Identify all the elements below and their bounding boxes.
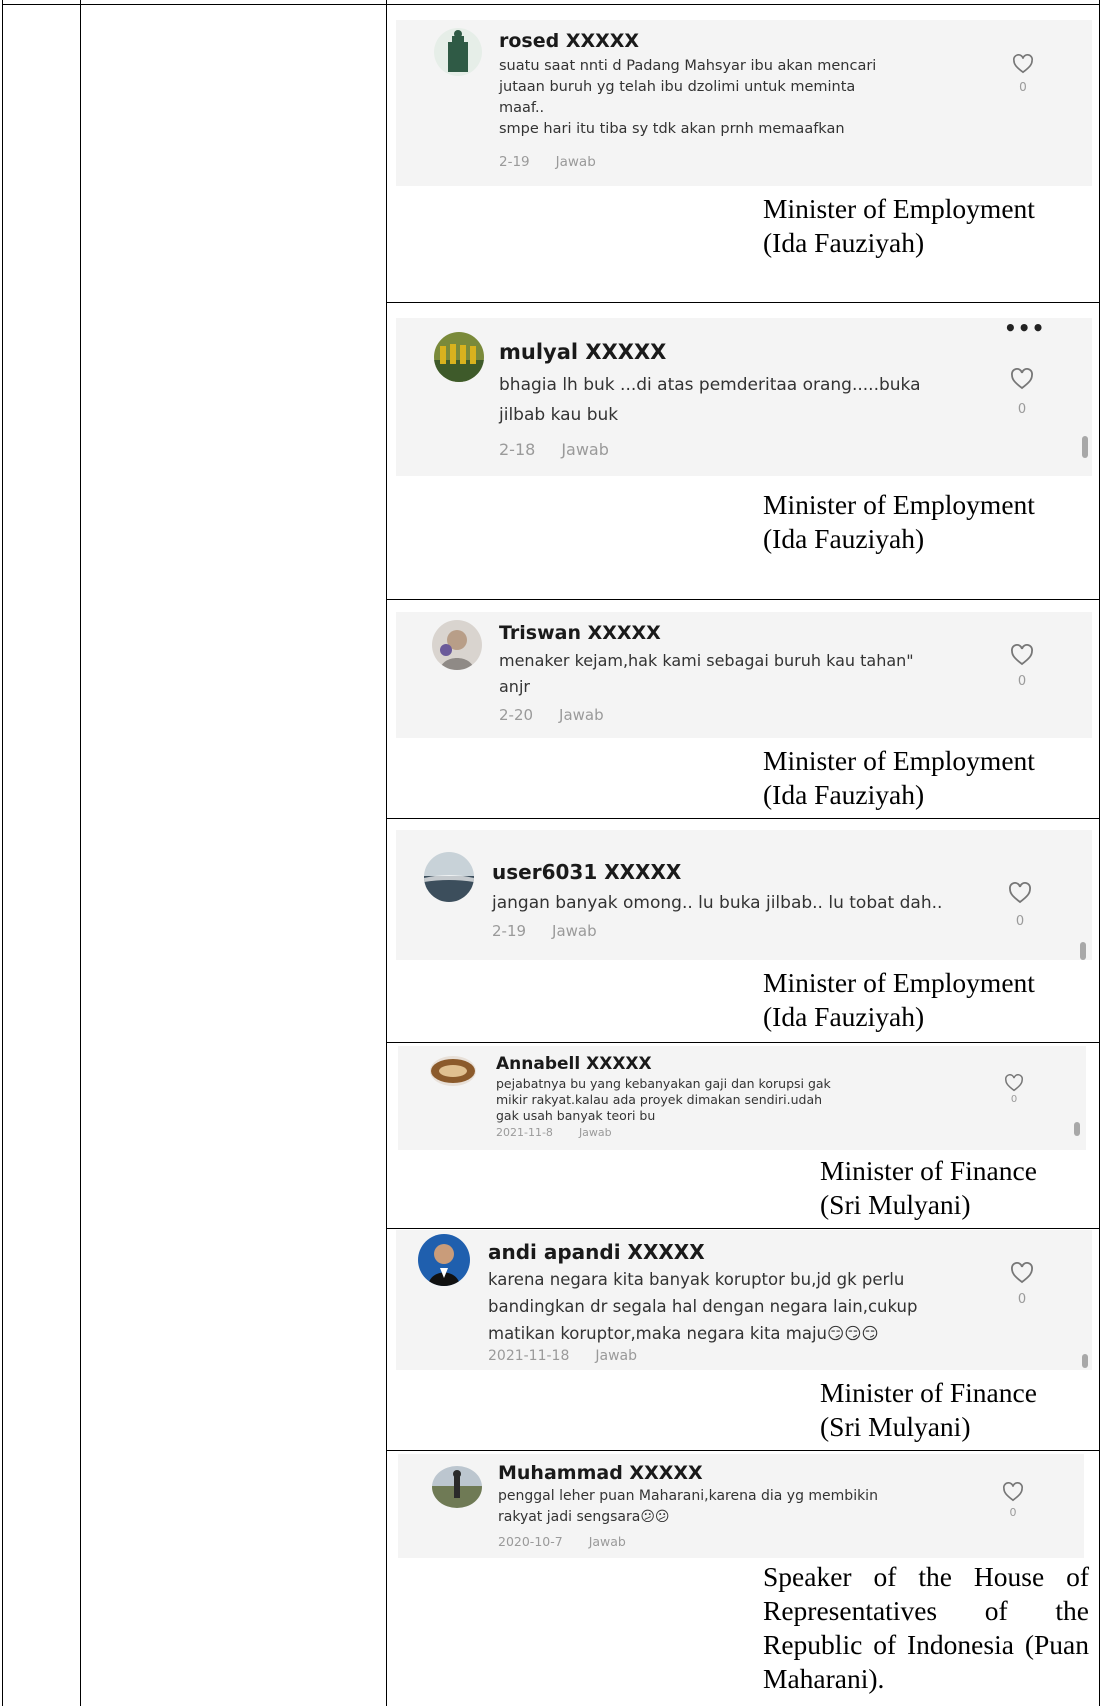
like-count: 0	[1017, 1292, 1027, 1307]
scrollbar-thumb[interactable]	[1082, 1354, 1088, 1368]
caption: Minister of Employment (Ida Fauziyah)	[763, 193, 1035, 258]
more-dots-icon[interactable]: •••	[1004, 316, 1045, 340]
comment-meta: 2-20 Jawab	[499, 706, 604, 724]
comment-username: Triswan XXXXX	[499, 622, 661, 644]
comment-meta: 2-18 Jawab	[499, 440, 609, 459]
comment-date: 2021-11-18	[488, 1348, 570, 1364]
caption: Speaker of the House of Representatives …	[763, 1561, 1089, 1694]
like-count: 0	[1009, 1506, 1017, 1519]
comment-card: Muhammad XXXXX penggal leher puan Mahara…	[398, 1454, 1084, 1558]
comment-date: 2-19	[499, 154, 530, 170]
reply-link[interactable]: Jawab	[559, 706, 604, 724]
comment-card: user6031 XXXXX jangan banyak omong.. lu …	[396, 830, 1092, 960]
table-column-divider-1	[80, 0, 81, 1706]
comment-text: menaker kejam,hak kami sebagai buruh kau…	[499, 651, 914, 696]
heart-outline-icon[interactable]	[1002, 1482, 1024, 1502]
like-count: 0	[1010, 1094, 1018, 1105]
avatar	[432, 620, 482, 670]
comment-meta: 2020-10-7 Jawab	[498, 1534, 626, 1549]
comment-date: 2-18	[499, 440, 536, 459]
avatar	[434, 332, 484, 382]
comment-meta: 2021-11-18 Jawab	[488, 1348, 637, 1364]
scrollbar-thumb[interactable]	[1074, 1122, 1080, 1136]
heart-outline-icon[interactable]	[1010, 644, 1034, 666]
comment-text: jangan banyak omong.. lu buka jilbab.. l…	[492, 893, 943, 913]
comment-meta: 2-19 Jawab	[499, 154, 596, 170]
reply-link[interactable]: Jawab	[552, 922, 597, 940]
heart-outline-icon[interactable]	[1008, 882, 1032, 904]
heart-outline-icon[interactable]	[1004, 1074, 1024, 1092]
comment-card: Triswan XXXXX menaker kejam,hak kami seb…	[396, 612, 1092, 738]
reply-link[interactable]: Jawab	[561, 440, 609, 459]
comment-text: penggal leher puan Maharani,karena dia y…	[498, 1488, 878, 1525]
avatar	[432, 1466, 482, 1508]
heart-outline-icon[interactable]	[1010, 1262, 1034, 1284]
caption: Minister of Employment (Ida Fauziyah)	[763, 745, 1035, 810]
comment-username: user6031 XXXXX	[492, 860, 682, 884]
caption: Minister of Employment (Ida Fauziyah)	[763, 967, 1035, 1032]
comment-username: Muhammad XXXXX	[498, 1462, 703, 1484]
comment-text: karena negara kita banyak koruptor bu,jd…	[488, 1270, 918, 1343]
row-divider	[386, 302, 1100, 303]
comment-username: rosed XXXXX	[499, 30, 640, 52]
reply-link[interactable]: Jawab	[556, 154, 596, 170]
comment-date: 2020-10-7	[498, 1534, 563, 1549]
reply-link[interactable]: Jawab	[595, 1348, 637, 1364]
comment-date: 2-19	[492, 922, 527, 940]
comment-username: Annabell XXXXX	[496, 1054, 652, 1074]
comment-text: bhagia lh buk ...di atas pemderitaa oran…	[499, 375, 921, 425]
reply-link[interactable]: Jawab	[589, 1534, 626, 1549]
comment-username: mulyal XXXXX	[499, 340, 667, 364]
like-count: 0	[1019, 80, 1027, 94]
comment-card: mulyal XXXXX ••• bhagia lh buk ...di ata…	[396, 316, 1092, 476]
row-divider	[386, 818, 1100, 819]
avatar	[430, 1056, 476, 1086]
comment-text: pejabatnya bu yang kebanyakan gaji dan k…	[496, 1076, 831, 1123]
like-count: 0	[1017, 402, 1027, 417]
scrollbar-thumb[interactable]	[1082, 436, 1088, 458]
comment-username: andi apandi XXXXX	[488, 1240, 705, 1264]
comment-card: Annabell XXXXX pejabatnya bu yang kebany…	[398, 1046, 1086, 1150]
avatar	[418, 1234, 470, 1286]
comment-date: 2021-11-8	[496, 1126, 553, 1139]
row-divider	[386, 1228, 1100, 1229]
comment-meta: 2-19 Jawab	[492, 922, 597, 940]
like-count: 0	[1017, 674, 1027, 689]
scrollbar-thumb[interactable]	[1080, 942, 1086, 960]
table-border-left	[2, 0, 3, 1706]
caption: Minister of Finance (Sri Mulyani)	[820, 1155, 1037, 1220]
heart-outline-icon[interactable]	[1012, 54, 1034, 74]
comment-text: suatu saat nnti d Padang Mahsyar ibu aka…	[499, 58, 877, 137]
comment-meta: 2021-11-8 Jawab	[496, 1126, 612, 1139]
row-divider	[386, 599, 1100, 600]
row-divider	[386, 1042, 1100, 1043]
comment-card: rosed XXXXX suatu saat nnti d Padang Mah…	[396, 20, 1092, 186]
caption: Minister of Finance (Sri Mulyani)	[820, 1377, 1037, 1442]
table-top-border	[2, 4, 1100, 5]
heart-outline-icon[interactable]	[1010, 368, 1034, 390]
like-count: 0	[1015, 914, 1025, 929]
comment-card: andi apandi XXXXX karena negara kita ban…	[396, 1230, 1092, 1370]
row-divider	[386, 1450, 1100, 1451]
reply-link[interactable]: Jawab	[579, 1126, 612, 1139]
comment-date: 2-20	[499, 706, 534, 724]
avatar	[424, 852, 474, 902]
avatar	[434, 28, 482, 76]
caption: Minister of Employment (Ida Fauziyah)	[763, 489, 1035, 554]
